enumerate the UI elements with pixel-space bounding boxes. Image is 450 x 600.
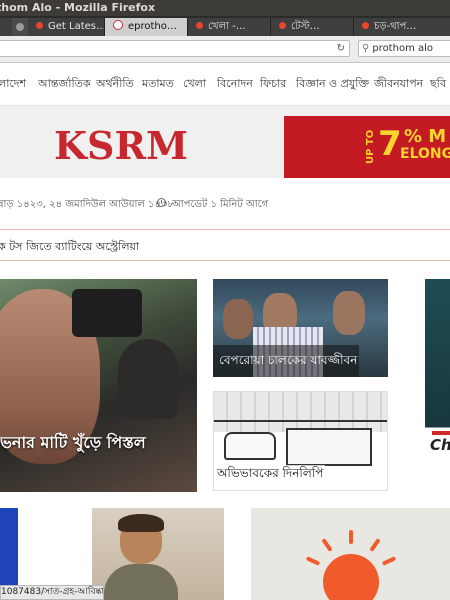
breaking-news-strip[interactable]: ক টস জিতে ব্যাটিংয়ে অস্ট্রেলিয়া xyxy=(0,229,450,261)
tab-label: টেস্ট… xyxy=(291,21,320,32)
sun-ray xyxy=(305,556,321,566)
clock-icon xyxy=(157,198,166,207)
record-dot-icon xyxy=(36,22,43,29)
url-bar[interactable]: ↻ xyxy=(0,40,350,57)
lead-story-image[interactable] xyxy=(0,279,197,492)
search-input[interactable]: ⚲ prothom alo xyxy=(358,40,450,57)
menu-item-lifestyle[interactable]: জীবনযাপন xyxy=(374,75,423,94)
cartoon-car xyxy=(224,432,276,460)
tab-eprothom[interactable]: eprotho… xyxy=(105,18,188,36)
story-title[interactable]: বেপরোয়া চালকের যাবজ্জীবন xyxy=(219,352,357,372)
date-row: ষাড় ১৪২৩, ২৪ জমাদিউল আউয়াল ১৪৩৮ আপডেট … xyxy=(0,193,450,215)
search-icon: ⚲ xyxy=(362,43,370,54)
sun-ray xyxy=(349,530,353,544)
navigation-toolbar: ↻ ⚲ prothom alo xyxy=(0,36,450,63)
search-value: prothom alo xyxy=(372,43,434,54)
tab-khela[interactable]: খেলা -… xyxy=(188,18,271,36)
sun-icon xyxy=(323,554,379,600)
tab-label: eprotho… xyxy=(128,21,177,32)
status-bar: 1087483/সাত-গ্রহ-আবিষ্কার xyxy=(0,585,104,600)
update-text: আপডেট ১ মিনিট আগে xyxy=(172,199,269,210)
reload-icon[interactable]: ↻ xyxy=(337,41,345,56)
menu-item-bangladesh[interactable]: লাদেশ xyxy=(0,75,26,94)
sun-ray xyxy=(321,538,333,552)
side-red-bar xyxy=(432,431,450,435)
sun-ray xyxy=(369,538,381,552)
section-menu: লাদেশ আন্তর্জাতিক অর্থনীতি মতামত খেলা বি… xyxy=(0,63,450,106)
menu-item-science-tech[interactable]: বিজ্ঞান ও প্রযুক্তি xyxy=(296,75,369,94)
google-icon xyxy=(113,20,123,30)
story-title[interactable]: অভিভাবকের দিনলিপি xyxy=(215,465,326,485)
record-dot-icon xyxy=(362,22,369,29)
ad-elong-text: ELONG xyxy=(400,146,450,162)
breaking-news-text[interactable]: ক টস জিতে ব্যাটিংয়ে অস্ট্রেলিয়া xyxy=(0,238,139,257)
pinned-tab[interactable] xyxy=(12,18,29,36)
photo-person xyxy=(223,299,253,339)
tab-strip: Get Lates… eprotho… খেলা -… টেস্ট… চড়-থ… xyxy=(0,16,450,36)
lead-photo-camera xyxy=(72,289,142,337)
menu-item-international[interactable]: আন্তর্জাতিক xyxy=(38,75,91,94)
side-story-image[interactable] xyxy=(425,279,450,491)
menu-item-opinion[interactable]: মতামত xyxy=(142,75,174,94)
sun-ray xyxy=(381,556,397,566)
status-url: 1087483/সাত-গ্রহ-আবিষ্কার xyxy=(1,587,104,597)
photo-person xyxy=(333,291,365,335)
menu-item-photos[interactable]: ছবি xyxy=(430,75,446,94)
ad-banner[interactable]: KSRM UP TO 7 % M ELONG xyxy=(0,116,450,178)
tab-test[interactable]: টেস্ট… xyxy=(271,18,354,36)
window-title: thom Alo - Mozilla Firefox xyxy=(0,1,156,14)
globe-icon xyxy=(16,23,24,31)
poster-hair xyxy=(118,514,164,532)
cartoon-line xyxy=(214,420,387,422)
date-text: ষাড় ১৪২৩, ২৪ জমাদিউল আউয়াল ১৪৩৮ xyxy=(0,199,175,210)
tab-label: খেলা -… xyxy=(208,21,246,32)
menu-item-economy[interactable]: অর্থনীতি xyxy=(96,75,134,94)
lead-story-title[interactable]: ভনার মাটি খুঁড়ে পিস্তল xyxy=(0,430,197,456)
ad-logo: KSRM xyxy=(54,123,189,168)
menu-item-sports[interactable]: খেলা xyxy=(183,75,206,94)
tab-label: Get Lates… xyxy=(48,21,105,32)
ad-percent: 7 xyxy=(378,124,402,164)
lead-photo-person xyxy=(118,339,178,419)
tab-label: চড়-থাপ… xyxy=(374,21,417,32)
tab-get-latest[interactable]: Get Lates… xyxy=(28,18,105,36)
ad-upto-text: UP TO xyxy=(365,129,376,164)
menu-separator xyxy=(0,106,450,116)
cartoon-buildings xyxy=(214,392,387,432)
window-title-bar: thom Alo - Mozilla Firefox xyxy=(0,0,450,16)
record-dot-icon xyxy=(279,22,286,29)
side-story-label[interactable]: Ch xyxy=(430,436,450,454)
menu-item-entertainment[interactable]: বিনোদন xyxy=(217,75,253,94)
ad-percent-suffix: % M xyxy=(404,126,447,147)
menu-item-feature[interactable]: ফিচার xyxy=(260,75,286,94)
cartoon-bus xyxy=(286,428,372,466)
story-caption-bar[interactable]: বেপরোয়া চালকের যাবজ্জীবন xyxy=(213,345,359,377)
tab-chor-thappor[interactable]: চড়-থাপ… xyxy=(354,18,450,36)
record-dot-icon xyxy=(196,22,203,29)
sun-illustration[interactable] xyxy=(251,508,450,600)
